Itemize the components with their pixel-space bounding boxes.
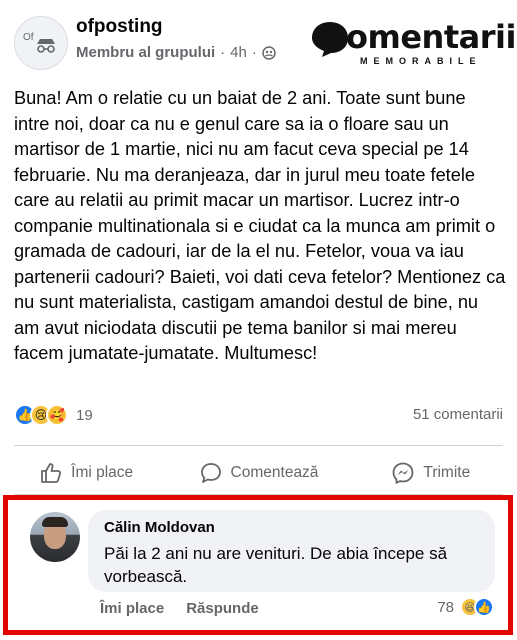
reaction-summary[interactable]: 👍 😢 🥰 19 — [14, 404, 93, 426]
privacy-group-icon — [262, 45, 276, 60]
commenter-avatar[interactable] — [30, 512, 80, 562]
like-button[interactable]: Îmi place — [0, 455, 172, 491]
avatar-hair — [42, 517, 68, 527]
comment-icon — [200, 463, 221, 483]
post-action-bar: Îmi place Comentează Trimite — [0, 455, 517, 491]
comment-bubble: Călin Moldovan Păi la 2 ani nu are venit… — [88, 510, 495, 592]
comments-count[interactable]: 51 comentarii — [413, 406, 503, 423]
share-label: Trimite — [423, 464, 471, 481]
member-role: Membru al grupului — [76, 44, 216, 61]
post-author[interactable]: ofposting — [76, 16, 163, 38]
watermark-logo: omentarii MEMORABILE — [310, 18, 516, 66]
avatar-label: Of — [23, 32, 34, 43]
divider — [14, 445, 503, 446]
speech-bubble-icon — [312, 22, 348, 57]
like-label: Îmi place — [71, 464, 134, 481]
watermark-sub: MEMORABILE — [360, 56, 482, 66]
comment-actions: Îmi place Răspunde — [100, 600, 259, 617]
group-avatar[interactable]: Of — [14, 16, 68, 70]
thumbs-up-icon — [41, 463, 62, 483]
comment-reaction-count: 78 — [437, 598, 454, 616]
incognito-icon — [37, 39, 55, 53]
post-body: Buna! Am o relatie cu un baiat de 2 ani.… — [14, 88, 506, 363]
comment-button[interactable]: Comentează — [172, 455, 344, 491]
comment-highlight-frame: Călin Moldovan Păi la 2 ani nu are venit… — [3, 495, 513, 635]
like-icon: 👍 — [474, 597, 494, 617]
care-icon: 🥰 — [46, 404, 68, 426]
post-time[interactable]: 4h — [230, 44, 247, 61]
share-button[interactable]: Trimite — [345, 455, 517, 491]
comment-like-button[interactable]: Îmi place — [100, 600, 164, 617]
comment-text: Păi la 2 ani nu are venituri. De abia în… — [104, 544, 448, 586]
messenger-icon — [393, 462, 414, 485]
watermark-main: omentarii — [346, 18, 516, 56]
commenter-name[interactable]: Călin Moldovan — [104, 519, 215, 536]
post-meta: Membru al grupului · 4h · — [76, 44, 276, 61]
comment-label: Comentează — [230, 464, 319, 481]
reaction-count: 19 — [76, 406, 93, 424]
comment-reactions[interactable]: 78 😆 👍 — [437, 597, 494, 617]
meta-separator-2: · — [251, 44, 257, 61]
meta-separator: · — [220, 44, 226, 61]
comment-reply-button[interactable]: Răspunde — [186, 600, 259, 617]
